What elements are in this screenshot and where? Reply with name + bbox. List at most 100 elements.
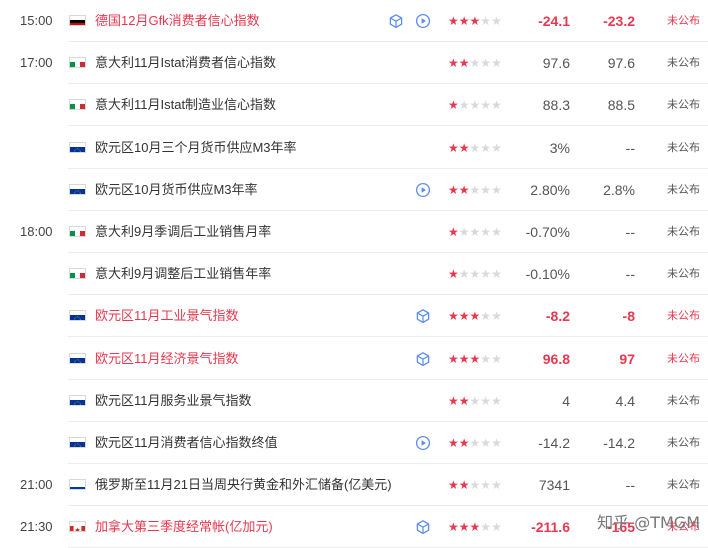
event-row[interactable]: 21:00 俄罗斯至11月21日当周央行黄金和外汇储备(亿美元) ★★★★★ 7341…	[0, 464, 708, 507]
eu-flag-icon	[69, 141, 86, 153]
event-row[interactable]: 意大利11月Istat制造业信心指数 ★★★★★ 88.3 88.5 未公布	[0, 84, 708, 127]
event-name[interactable]: 意大利9月调整后工业销售年率	[95, 253, 271, 295]
previous-value: --	[625, 477, 635, 494]
cube-icon[interactable]	[415, 351, 431, 367]
star-icon: ★	[448, 98, 459, 113]
event-row[interactable]: 18:00 意大利9月季调后工业销售月率 ★★★★★ -0.70% -- 未公布	[0, 211, 708, 253]
event-row[interactable]: 意大利9月调整后工业销售年率 ★★★★★ -0.10% -- 未公布	[0, 253, 708, 296]
watermark: 知乎 @TMGM	[597, 513, 700, 532]
star-icon: ★	[469, 182, 481, 197]
star-icon: ★	[469, 225, 481, 239]
event-time	[20, 127, 60, 169]
eu-flag-icon	[69, 437, 86, 448]
event-name[interactable]: 加拿大第三季度经常帐(亿加元)	[95, 506, 273, 548]
event-time: 17:00	[20, 55, 53, 71]
event-row[interactable]: 欧元区11月经济景气指数 ★★★★★ 96.8 97 未公布	[0, 338, 708, 380]
status-badge: 未公布	[667, 57, 700, 70]
event-name[interactable]: 欧元区11月消费者信心指数终值	[95, 422, 278, 464]
event-time: 18:00	[20, 224, 53, 239]
star-icon: ★	[448, 393, 459, 408]
forecast-value: -0.70%	[525, 224, 570, 240]
star-icon: ★	[458, 267, 470, 282]
status-badge: 未公布	[667, 437, 700, 449]
star-icon: ★	[458, 351, 470, 366]
eu-flag-icon	[69, 310, 86, 322]
event-name[interactable]: 意大利9月季调后工业销售月率	[95, 211, 271, 253]
star-icon: ★	[458, 225, 470, 239]
status-badge: 未公布	[667, 479, 700, 492]
play-icon[interactable]	[415, 13, 431, 29]
forecast-value: 88.3	[542, 97, 570, 114]
star-icon: ★	[458, 98, 470, 113]
event-row[interactable]: 15:00 德国12月Gfk消费者信心指数 ★★★★★ -24.1 -23.2 未公布	[0, 0, 708, 42]
cube-icon[interactable]	[415, 308, 431, 324]
star-icon: ★	[448, 478, 459, 493]
forecast-value: 4	[562, 392, 570, 409]
star-icon: ★	[448, 14, 459, 28]
event-time	[20, 295, 60, 337]
event-name[interactable]: 俄罗斯至11月21日当周央行黄金和外汇储备(亿美元)	[95, 464, 392, 506]
star-icon: ★	[469, 436, 481, 450]
event-name[interactable]: 欧元区11月工业景气指数	[95, 295, 239, 337]
star-icon: ★	[448, 140, 459, 155]
event-row[interactable]: 欧元区11月消费者信心指数终值 ★★★★★ -14.2 -14.2 未公布	[0, 422, 708, 464]
star-icon: ★	[469, 393, 481, 408]
star-icon: ★	[469, 351, 481, 366]
italy-flag-icon	[69, 99, 86, 111]
russia-flag-icon	[69, 479, 86, 491]
forecast-value: -24.1	[538, 13, 570, 29]
previous-value: --	[625, 139, 635, 156]
event-time	[20, 380, 60, 422]
previous-value: --	[625, 224, 635, 240]
forecast-value: -0.10%	[525, 266, 570, 283]
status-badge: 未公布	[667, 310, 700, 323]
star-icon: ★	[469, 520, 481, 535]
event-name[interactable]: 欧元区10月货币供应M3年率	[95, 169, 258, 211]
event-time: 21:30	[20, 519, 53, 535]
star-icon: ★	[469, 309, 481, 324]
star-icon: ★	[448, 309, 459, 324]
previous-value: --	[625, 266, 635, 283]
event-name[interactable]: 意大利11月Istat消费者信心指数	[95, 42, 276, 84]
event-row[interactable]: 欧元区10月三个月货币供应M3年率 ★★★★★ 3% -- 未公布	[0, 127, 708, 169]
star-icon: ★	[448, 520, 459, 535]
forecast-value: 7341	[538, 477, 570, 494]
status-badge: 未公布	[667, 226, 700, 238]
event-name[interactable]: 德国12月Gfk消费者信心指数	[95, 0, 260, 42]
forecast-value: -14.2	[538, 435, 570, 451]
italy-flag-icon	[69, 57, 86, 69]
event-name[interactable]: 欧元区11月服务业景气指数	[95, 380, 252, 422]
forecast-value: 3%	[549, 139, 570, 156]
event-row[interactable]: 欧元区11月服务业景气指数 ★★★★★ 4 4.4 未公布	[0, 380, 708, 422]
star-icon: ★	[469, 14, 481, 28]
germany-flag-icon	[69, 15, 86, 26]
star-icon: ★	[469, 478, 481, 493]
canada-flag-icon	[69, 521, 86, 533]
previous-value: 4.4	[615, 392, 635, 409]
star-icon: ★	[448, 56, 459, 71]
play-icon[interactable]	[415, 182, 431, 198]
event-name[interactable]: 欧元区11月经济景气指数	[95, 338, 239, 380]
cube-icon[interactable]	[388, 13, 404, 29]
star-icon: ★	[458, 182, 470, 197]
eu-flag-icon	[69, 394, 86, 406]
star-icon: ★	[469, 98, 481, 113]
status-badge: 未公布	[667, 15, 700, 27]
forecast-value: 97.6	[542, 55, 570, 72]
star-icon: ★	[458, 140, 470, 155]
event-row[interactable]: 17:00 意大利11月Istat消费者信心指数 ★★★★★ 97.6 97.6 未公布	[0, 42, 708, 85]
event-time	[20, 169, 60, 211]
italy-flag-icon	[69, 226, 86, 237]
cube-icon[interactable]	[415, 519, 431, 535]
star-icon: ★	[448, 225, 459, 239]
event-name[interactable]: 意大利11月Istat制造业信心指数	[95, 84, 276, 126]
status-badge: 未公布	[667, 394, 700, 407]
event-row[interactable]: 欧元区10月货币供应M3年率 ★★★★★ 2.80% 2.8% 未公布	[0, 169, 708, 211]
play-icon[interactable]	[415, 435, 431, 451]
event-row[interactable]: 欧元区11月工业景气指数 ★★★★★ -8.2 -8 未公布	[0, 295, 708, 338]
star-icon: ★	[448, 351, 459, 366]
forecast-value: -8.2	[545, 308, 570, 325]
event-name[interactable]: 欧元区10月三个月货币供应M3年率	[95, 127, 297, 169]
forecast-value: 96.8	[542, 350, 570, 367]
previous-value: -23.2	[603, 13, 635, 29]
